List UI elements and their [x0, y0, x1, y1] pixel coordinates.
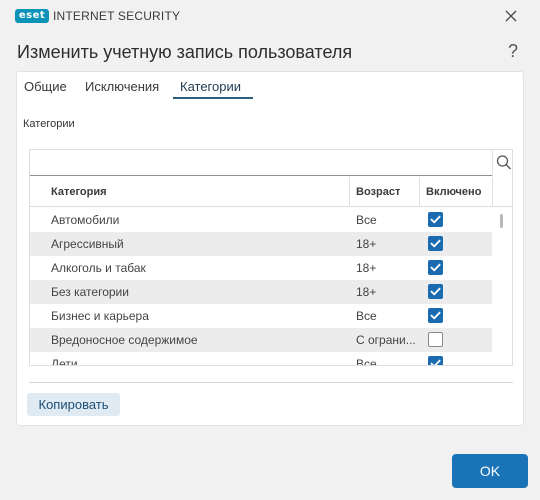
dialog-title: Изменить учетную запись пользователя	[17, 42, 353, 62]
category-name: Автомобили	[51, 213, 120, 227]
check-icon	[430, 263, 441, 272]
table-row[interactable]: Алкоголь и табак 18+	[30, 256, 492, 280]
category-name: Бизнес и карьера	[51, 309, 149, 323]
settings-panel: Общие Исключения Категории Категории Кат…	[16, 71, 524, 426]
table-header: Категория Возраст Включено	[30, 177, 512, 207]
column-divider[interactable]	[419, 177, 420, 207]
category-name: Агрессивный	[51, 237, 124, 251]
enabled-checkbox[interactable]	[428, 236, 443, 251]
column-divider	[492, 177, 493, 207]
age-rating[interactable]: Все	[356, 213, 420, 227]
category-name: Дети	[51, 357, 78, 366]
age-rating[interactable]: 18+	[356, 285, 420, 299]
table-row[interactable]: Автомобили Все	[30, 208, 492, 232]
close-button[interactable]	[500, 5, 522, 27]
close-icon	[505, 10, 517, 22]
enabled-checkbox[interactable]	[428, 212, 443, 227]
eset-logo: eset	[15, 9, 49, 23]
age-rating[interactable]: 18+	[356, 237, 420, 251]
enabled-checkbox[interactable]	[428, 332, 443, 347]
title-bar: eset INTERNET SECURITY	[0, 0, 540, 32]
enabled-checkbox[interactable]	[428, 356, 443, 365]
search-button[interactable]	[492, 150, 512, 176]
search-icon	[496, 155, 511, 170]
scrollbar-thumb[interactable]	[500, 214, 503, 228]
category-name: Алкоголь и табак	[51, 261, 146, 275]
help-button[interactable]: ?	[505, 41, 521, 62]
table-body: Автомобили Все Агрессивный 18+ Алкоголь и та…	[30, 208, 492, 366]
divider	[29, 382, 513, 383]
check-icon	[430, 359, 441, 365]
table-row[interactable]: Бизнес и карьера Все	[30, 304, 492, 328]
column-header-age[interactable]: Возраст	[356, 186, 400, 198]
column-header-category[interactable]: Категория	[51, 186, 107, 198]
enabled-checkbox[interactable]	[428, 284, 443, 299]
enabled-checkbox[interactable]	[428, 260, 443, 275]
check-icon	[430, 215, 441, 224]
enabled-checkbox[interactable]	[428, 308, 443, 323]
table-row[interactable]: Без категории 18+	[30, 280, 492, 304]
age-rating[interactable]: С ограни...	[356, 333, 420, 347]
age-rating[interactable]: Все	[356, 309, 420, 323]
category-name: Вредоносное содержимое	[51, 333, 198, 347]
tab-exclusions[interactable]: Исключения	[85, 79, 159, 94]
check-icon	[430, 311, 441, 320]
tab-categories[interactable]: Категории	[180, 79, 241, 94]
copy-button[interactable]: Копировать	[27, 393, 120, 416]
section-label: Категории	[23, 118, 75, 130]
search-input[interactable]	[30, 150, 492, 176]
tab-bar: Общие Исключения Категории	[17, 72, 523, 100]
column-divider[interactable]	[349, 177, 350, 207]
age-rating[interactable]: Все	[356, 357, 420, 365]
tab-general[interactable]: Общие	[24, 79, 67, 94]
age-rating[interactable]: 18+	[356, 261, 420, 275]
check-icon	[430, 287, 441, 296]
check-icon	[430, 239, 441, 248]
table-row[interactable]: Агрессивный 18+	[30, 232, 492, 256]
category-name: Без категории	[51, 285, 129, 299]
column-header-enabled[interactable]: Включено	[426, 186, 481, 198]
ok-button[interactable]: OK	[452, 454, 528, 488]
app-name: INTERNET SECURITY	[53, 9, 181, 23]
table-row[interactable]: Вредоносное содержимое С ограни...	[30, 328, 492, 352]
table-row[interactable]: Дети Все	[30, 352, 492, 366]
active-tab-indicator	[173, 97, 253, 99]
categories-table: Категория Возраст Включено Автомобили Все…	[29, 149, 513, 366]
